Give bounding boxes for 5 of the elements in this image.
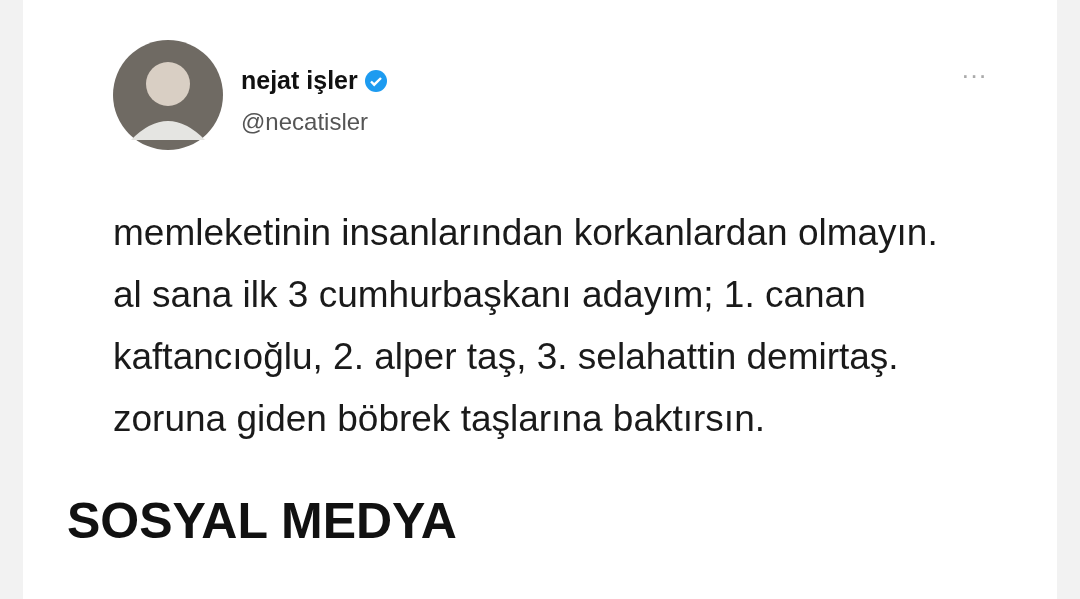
section-heading: SOSYAL MEDYA: [67, 493, 457, 549]
tweet-text: memleketinin insanlarından korkanlardan olmayın. al sana ilk 3 cumhurbaşkanı adayım; 1. canan kaftancıoğlu, 2. alper taş, 3. selahattin demirtaş. zoruna giden böbrek taşlarına baktırsın.: [113, 211, 939, 441]
user-handle: @necatisler: [241, 106, 370, 137]
more-button[interactable]: ···: [961, 62, 987, 88]
user-name: nejat işler: [241, 65, 358, 96]
